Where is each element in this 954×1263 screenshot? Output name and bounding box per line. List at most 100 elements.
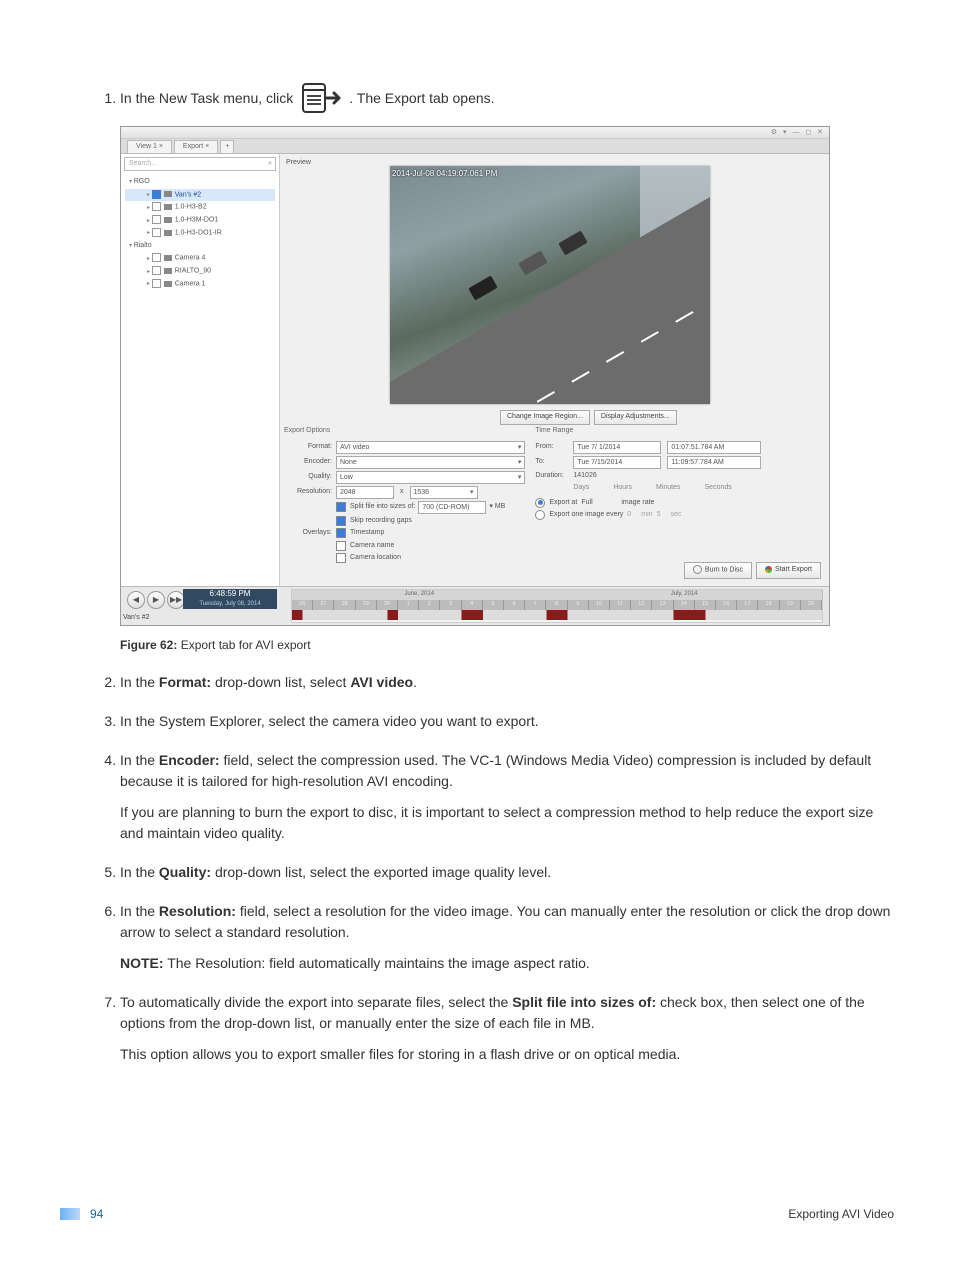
step-4: In the Encoder: field, select the compre…	[120, 750, 894, 844]
export-one-sec-unit: sec	[671, 510, 682, 521]
resolution-height-select[interactable]: 1536	[410, 486, 478, 499]
timeline-time-display: 6:48:59 PM Tuesday, July 08, 2014	[183, 589, 277, 609]
start-export-button[interactable]: Start Export	[756, 562, 821, 579]
export-options-title: Export Options	[284, 426, 525, 437]
page-footer: 94 Exporting AVI Video	[60, 1205, 894, 1223]
skip-gaps-checkbox[interactable]	[336, 516, 346, 526]
camera-icon	[164, 204, 172, 210]
timeline-prev-button[interactable]: ◀	[127, 591, 145, 609]
camera-icon	[164, 217, 172, 223]
split-size-input[interactable]: 700 (CD-ROM)	[418, 501, 486, 514]
unit-hours: Hours	[613, 483, 632, 494]
duration-seconds[interactable]: 6	[593, 471, 597, 482]
camera-node[interactable]: RIALTO_90	[125, 265, 275, 278]
encoder-label: Encoder:	[284, 457, 336, 468]
overlay-timestamp-label: Timestamp	[350, 528, 384, 539]
overlay-camera-name-label: Camera name	[350, 541, 394, 552]
quality-select[interactable]: Low	[336, 471, 525, 484]
system-explorer: Search... RGO Van's #2 1.0-H3-B2 1.0-H3M…	[121, 154, 280, 586]
export-one-radio[interactable]	[535, 510, 545, 520]
quality-label: Quality:	[284, 472, 336, 483]
format-label: Format:	[284, 442, 336, 453]
timeline-bar[interactable]: June, 2014 July, 2014 262728293012345678…	[291, 589, 823, 623]
camera-node[interactable]: 1.0-H3-B2	[125, 201, 275, 214]
export-one-min[interactable]: 0	[627, 510, 641, 521]
disc-icon	[693, 565, 702, 574]
display-adjustments-button[interactable]: Display Adjustments...	[594, 410, 677, 425]
duration-label: Duration:	[535, 471, 573, 482]
time-range-title: Time Range	[535, 426, 825, 437]
window-titlebar: ⚙ ▾ — ◻ ✕	[121, 127, 829, 139]
export-one-sec[interactable]: 5	[657, 510, 671, 521]
overlay-camera-location-checkbox[interactable]	[336, 553, 346, 563]
camera-node[interactable]: 1.0-H3M-DO1	[125, 214, 275, 227]
server-node-rgo[interactable]: RGO	[125, 176, 275, 189]
change-image-region-button[interactable]: Change Image Region...	[500, 410, 590, 425]
unit-seconds: Seconds	[705, 483, 732, 494]
camera-icon	[164, 230, 172, 236]
start-export-icon	[765, 566, 772, 573]
overlay-camera-location-label: Camera location	[350, 553, 401, 564]
tab-export[interactable]: Export ×	[174, 140, 218, 153]
export-at-label: Export at	[549, 498, 577, 509]
export-one-min-unit: min	[641, 510, 652, 521]
to-label: To:	[535, 457, 573, 468]
to-time-input[interactable]: 11:09:57.784 AM	[667, 456, 761, 469]
preview-timestamp-overlay: 2014-Jul-08 04:19:07.061 PM	[392, 168, 497, 180]
overlay-camera-name-checkbox[interactable]	[336, 541, 346, 551]
main-panel: Preview 2014-Jul-08 04:19:07.061 PM Chan…	[280, 154, 829, 586]
preview-label: Preview	[286, 158, 311, 169]
duration-days[interactable]: 14	[573, 471, 581, 482]
figure-caption: Figure 62: Export tab for AVI export	[120, 636, 894, 654]
timeline-camera-label: Van's #2	[123, 613, 150, 624]
timeline: ◀ ▶ ▶▶ 6:48:59 PM Tuesday, July 08, 2014…	[121, 586, 829, 625]
burn-to-disc-button[interactable]: Burn to Disc	[684, 562, 752, 579]
step-2: In the Format: drop-down list, select AV…	[120, 672, 894, 693]
split-file-checkbox[interactable]	[336, 502, 346, 512]
resolution-width-input[interactable]: 2048	[336, 486, 394, 499]
resolution-x: x	[394, 487, 410, 498]
format-select[interactable]: AVI video	[336, 441, 525, 454]
step-7: To automatically divide the export into …	[120, 992, 894, 1065]
export-at-radio[interactable]	[535, 498, 545, 508]
to-date-input[interactable]: Tue 7/15/2014	[573, 456, 661, 469]
step-7-para2: This option allows you to export smaller…	[120, 1044, 894, 1065]
export-one-label: Export one image every	[549, 510, 623, 521]
server-node-rialto[interactable]: Rialto	[125, 240, 275, 253]
footer-logo	[60, 1208, 80, 1220]
timeline-month-june: June, 2014	[292, 590, 547, 600]
page-number: 94	[90, 1205, 103, 1223]
tab-add[interactable]: +	[220, 140, 234, 153]
unit-days: Days	[573, 483, 589, 494]
overlays-label: Overlays:	[284, 528, 336, 539]
camera-icon	[164, 255, 172, 261]
timeline-play-button[interactable]: ▶	[147, 591, 165, 609]
duration-hours[interactable]: 10	[581, 471, 589, 482]
export-at-select[interactable]: Full	[581, 498, 617, 509]
timeline-month-july: July, 2014	[546, 590, 823, 600]
camera-node-vans2[interactable]: Van's #2	[125, 189, 275, 202]
window-controls[interactable]: ⚙ ▾ — ◻ ✕	[771, 128, 825, 139]
camera-icon	[164, 191, 172, 197]
camera-icon	[164, 281, 172, 287]
from-time-input[interactable]: 01:07:51.784 AM	[667, 441, 761, 454]
encoder-select[interactable]: None	[336, 456, 525, 469]
camera-node[interactable]: 1.0-H3-DO1-IR	[125, 227, 275, 240]
resolution-label: Resolution:	[284, 487, 336, 498]
export-tab-screenshot: ⚙ ▾ — ◻ ✕ View 1 × Export × + Search... …	[120, 126, 830, 626]
step-1: In the New Task menu, click . The Export…	[120, 80, 894, 654]
step1-post: . The Export tab opens.	[349, 88, 494, 109]
preview-image	[390, 166, 710, 404]
timeline-recordings	[292, 610, 822, 620]
camera-node[interactable]: Camera 4	[125, 252, 275, 265]
split-unit-select[interactable]: ▾ MB	[489, 502, 505, 513]
search-input[interactable]: Search...	[124, 157, 276, 171]
step-6: In the Resolution: field, select a resol…	[120, 901, 894, 974]
camera-icon	[164, 268, 172, 274]
tab-view1[interactable]: View 1 ×	[127, 140, 172, 153]
camera-node[interactable]: Camera 1	[125, 278, 275, 291]
overlay-timestamp-checkbox[interactable]	[336, 528, 346, 538]
step-6-note: NOTE: The Resolution: field automaticall…	[120, 953, 894, 974]
tab-strip: View 1 × Export × +	[121, 139, 829, 154]
from-date-input[interactable]: Tue 7/ 1/2014	[573, 441, 661, 454]
